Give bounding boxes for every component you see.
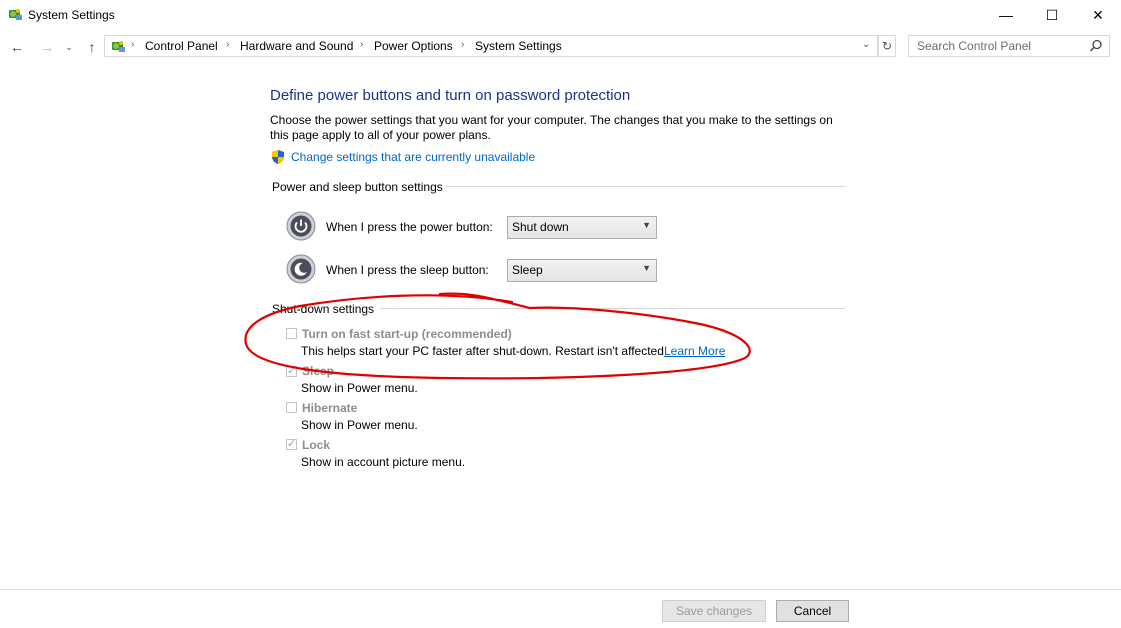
cancel-button[interactable]: Cancel [776,600,849,622]
breadcrumb-separator[interactable]: › [360,39,363,50]
breadcrumb-power-options[interactable]: Power Options [374,39,453,53]
control-panel-icon [110,38,126,54]
back-button[interactable]: ← [7,37,27,57]
page-title: Define power buttons and turn on passwor… [270,87,631,104]
hibernate-label: Hibernate [302,401,358,415]
close-button[interactable]: ✕ [1075,0,1121,30]
window-title: System Settings [28,8,115,22]
search-icon[interactable] [1088,38,1104,54]
uac-shield-icon [270,149,286,165]
annotation-circle [244,292,751,380]
control-panel-icon [7,6,23,22]
recent-locations-button[interactable]: ⌄ [62,37,76,57]
save-changes-button[interactable]: Save changes [662,600,766,622]
page-description: Choose the power settings that you want … [270,113,833,142]
breadcrumb-separator[interactable]: › [461,39,464,50]
breadcrumb-control-panel[interactable]: Control Panel [145,39,218,53]
sleep-button-label: When I press the sleep button: [326,263,489,277]
sleep-button-select[interactable]: Sleep ▼ [507,259,657,282]
sleep-button-icon [286,254,316,284]
power-button-icon [286,211,316,241]
hibernate-checkbox[interactable] [286,402,297,413]
power-button-label: When I press the power button: [326,220,493,234]
refresh-button[interactable]: ↻ [878,35,896,57]
breadcrumb-separator[interactable]: › [131,39,134,50]
chevron-down-icon[interactable]: ⌄ [862,39,870,50]
footer-divider [0,589,1121,590]
chevron-down-icon: ▼ [642,263,651,273]
breadcrumb-system-settings[interactable]: System Settings [475,39,562,53]
sleep-button-value: Sleep [512,263,543,277]
power-button-value: Shut down [512,220,569,234]
breadcrumb-hardware-and-sound[interactable]: Hardware and Sound [240,39,353,53]
lock-description: Show in account picture menu. [301,455,466,469]
search-input[interactable] [908,35,1110,57]
change-settings-link[interactable]: Change settings that are currently unava… [291,150,535,164]
maximize-button[interactable]: ☐ [1029,0,1075,30]
lock-checkbox[interactable] [286,437,297,450]
power-button-select[interactable]: Shut down ▼ [507,216,657,239]
divider [446,186,845,187]
lock-label: Lock [302,438,331,452]
minimize-button[interactable]: — [983,0,1029,30]
hibernate-description: Show in Power menu. [301,418,418,432]
forward-button[interactable]: → [37,37,57,57]
section-heading-power-sleep: Power and sleep button settings [272,180,443,194]
title-bar [0,0,1121,30]
breadcrumb-separator[interactable]: › [226,39,229,50]
up-button[interactable]: ↑ [82,37,102,57]
chevron-down-icon: ▼ [642,220,651,230]
